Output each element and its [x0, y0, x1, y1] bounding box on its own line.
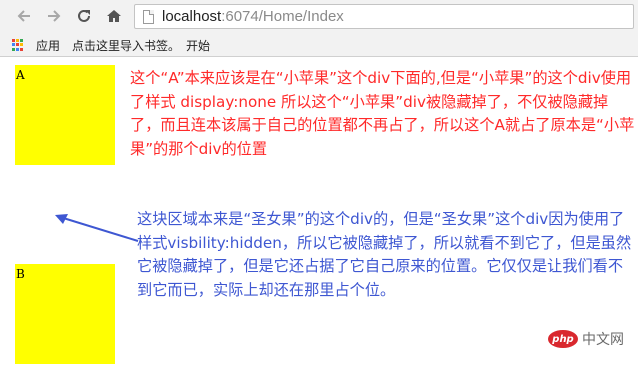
apps-grid-icon[interactable]: [12, 39, 24, 51]
url-path: :6074/Home/Index: [221, 8, 344, 25]
bookmark-start[interactable]: 开始: [186, 37, 210, 54]
arrow-left-icon: [17, 10, 30, 22]
watermark-text: 中文网: [582, 332, 624, 348]
home-button[interactable]: [102, 4, 126, 28]
red-note: 这个“A”本来应该是在“小苹果”这个div下面的,但是“小苹果”的这个div使用…: [130, 69, 635, 158]
bookmarks-bar: 应用 点击这里导入书签。 开始: [0, 34, 638, 57]
blue-note: 这块区域本来是“圣女果”的这个div的，但是“圣女果”这个div因为使用了样式v…: [137, 210, 632, 299]
url-text[interactable]: localhost:6074/Home/Index: [162, 8, 344, 25]
browser-toolbar: localhost:6074/Home/Index: [0, 0, 638, 34]
forward-button[interactable]: [42, 4, 66, 28]
box-b: B: [15, 264, 115, 364]
box-a: A: [15, 65, 115, 165]
arrow-annotation-icon: [55, 214, 139, 242]
box-b-label: B: [16, 267, 25, 281]
box-a-label: A: [16, 68, 25, 82]
reload-icon: [78, 9, 90, 22]
home-icon: [107, 10, 121, 22]
back-button[interactable]: [12, 4, 36, 28]
address-bar[interactable]: localhost:6074/Home/Index: [134, 4, 634, 29]
page-content: A 这个“A”本来应该是在“小苹果”这个div下面的,但是“小苹果”的这个div…: [0, 57, 638, 389]
watermark: php 中文网: [548, 328, 634, 350]
arrow-right-icon: [48, 10, 61, 22]
bookmark-import[interactable]: 点击这里导入书签。: [72, 37, 180, 54]
php-logo: php: [548, 330, 578, 348]
page-icon: [143, 9, 154, 24]
bookmark-apps[interactable]: 应用: [36, 37, 60, 54]
url-host: localhost: [162, 8, 222, 25]
reload-button[interactable]: [72, 4, 96, 28]
